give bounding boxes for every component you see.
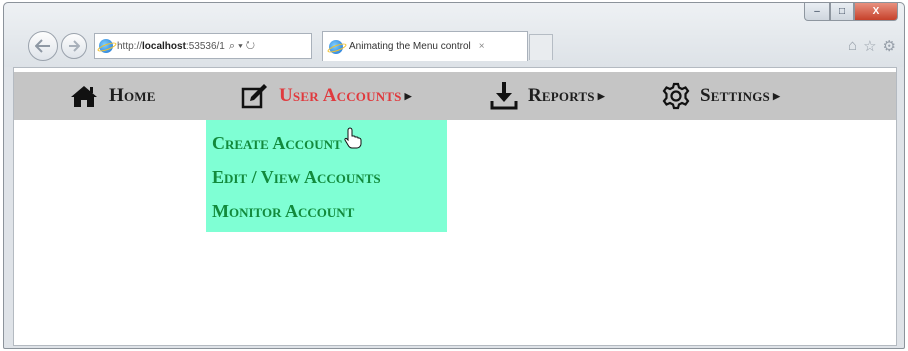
submenu-arrow-icon: ▶ <box>772 90 781 101</box>
new-tab-button[interactable] <box>529 34 553 60</box>
tab-animating-menu[interactable]: Animating the Menu control × <box>322 31 528 61</box>
menu-item-label: User Accounts <box>279 85 402 106</box>
gear-icon[interactable]: ⚙ <box>883 37 896 55</box>
gear-icon <box>662 82 690 110</box>
tab-ie-icon <box>329 39 343 54</box>
tab-close-icon[interactable]: × <box>479 41 485 52</box>
address-tools-icons[interactable]: ⌕ ▾ ↻ <box>229 40 255 53</box>
download-icon <box>490 81 518 111</box>
close-window-button[interactable]: X <box>854 3 898 21</box>
window-controls: – □ X <box>804 3 898 21</box>
home-icon[interactable]: ⌂ <box>848 37 857 55</box>
tab-title: Animating the Menu control <box>349 41 471 52</box>
browser-window: – □ X http://localhost:53536/1 ⌕ ▾ ↻ Ani… <box>3 2 905 349</box>
submenu-item-create-account[interactable]: Create Account <box>206 126 447 160</box>
address-bar[interactable]: http://localhost:53536/1 ⌕ ▾ ↻ <box>94 33 312 59</box>
menu-item-settings[interactable]: Settings ▶ <box>662 72 780 120</box>
submenu-arrow-icon: ▶ <box>404 90 412 101</box>
submenu-item-monitor-account[interactable]: Monitor Account <box>206 194 447 228</box>
submenu-item-edit-view-accounts[interactable]: Edit / View Accounts <box>206 160 447 194</box>
star-icon[interactable]: ☆ <box>863 37 876 55</box>
toolbar-icons: ⌂ ☆ ⚙ <box>848 37 896 55</box>
menu-item-label: Settings <box>700 85 770 106</box>
forward-arrow-icon <box>69 40 80 52</box>
hand-pointer-cursor-icon <box>344 127 362 149</box>
forward-button[interactable] <box>61 33 87 59</box>
edit-icon <box>241 83 269 109</box>
menu-item-label: Home <box>109 85 156 106</box>
browser-chrome: – □ X http://localhost:53536/1 ⌕ ▾ ↻ Ani… <box>4 3 904 67</box>
menu-item-user-accounts[interactable]: User Accounts ▶ <box>241 72 412 120</box>
menu-bar: Home User Accounts ▶ Reports ▶ Settings … <box>14 72 896 232</box>
menu-item-home[interactable]: Home <box>69 72 156 120</box>
page-content: Home User Accounts ▶ Reports ▶ Settings … <box>13 67 897 346</box>
back-arrow-icon <box>35 39 50 53</box>
submenu-arrow-icon: ▶ <box>597 90 605 101</box>
back-button[interactable] <box>28 31 58 61</box>
ie-page-icon <box>99 39 113 53</box>
user-accounts-submenu: Create Account Edit / View Accounts Moni… <box>206 120 447 232</box>
menu-item-label: Reports <box>528 85 595 106</box>
minimize-button[interactable]: – <box>804 3 830 21</box>
menu-item-reports[interactable]: Reports ▶ <box>490 72 605 120</box>
home-icon <box>69 84 99 108</box>
address-url: http://localhost:53536/1 <box>117 40 225 52</box>
maximize-button[interactable]: □ <box>830 3 854 21</box>
